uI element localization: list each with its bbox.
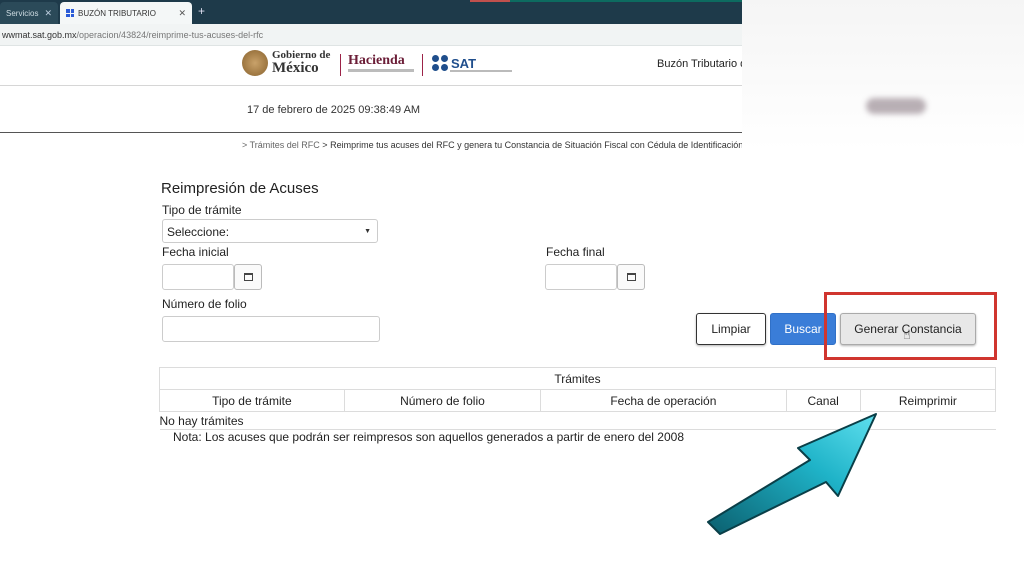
gobierno-logo[interactable]: Gobierno de México	[242, 50, 330, 76]
logo-divider	[422, 54, 423, 76]
numero-folio-label: Número de folio	[162, 297, 247, 311]
sat-text: SAT	[451, 55, 477, 71]
gob-big-text: México	[272, 60, 319, 76]
numero-folio-input[interactable]	[162, 316, 380, 342]
tab-buzon[interactable]: BUZÓN TRIBUTARIO ✕	[60, 2, 192, 24]
hand-cursor-icon: ☝	[903, 327, 911, 342]
new-tab-plus-icon[interactable]: +	[198, 4, 205, 18]
table-caption: Trámites	[159, 367, 996, 390]
sat-subtitle-bar	[450, 70, 512, 72]
url-path: /operacion/43824/reimprime-tus-acuses-de…	[76, 30, 264, 40]
eagle-seal-icon	[242, 50, 268, 76]
logo-divider	[340, 54, 341, 76]
select-value: Seleccione:	[167, 225, 230, 239]
sat-logo[interactable]: SAT	[432, 55, 476, 71]
tab-label: Servicios	[6, 8, 39, 18]
note-text: Nota: Los acuses que podrán ser reimpres…	[173, 430, 684, 444]
pointer-arrow-icon	[707, 413, 877, 535]
tab-accent-line-red	[470, 0, 510, 2]
column-header: Número de folio	[343, 389, 542, 412]
close-icon[interactable]: ✕	[178, 8, 186, 19]
browser-tab-bar: Servicios ✕ BUZÓN TRIBUTARIO ✕ +	[0, 0, 742, 24]
breadcrumb-current: Reimprime tus acuses del RFC y genera tu…	[330, 140, 742, 150]
fecha-final-calendar-button[interactable]	[617, 264, 645, 290]
blurred-panel	[742, 0, 1024, 150]
fecha-inicial-calendar-button[interactable]	[234, 264, 262, 290]
url-text: wwmat.sat.gob.mx/operacion/43824/reimpri…	[2, 30, 263, 40]
page-title: Reimpresión de Acuses	[161, 180, 319, 197]
fecha-final-label: Fecha final	[546, 245, 605, 259]
highlight-box	[824, 292, 997, 360]
tab-label: BUZÓN TRIBUTARIO	[78, 8, 156, 18]
tab-servicios[interactable]: Servicios ✕	[0, 2, 58, 24]
fecha-final-input[interactable]	[545, 264, 617, 290]
column-header: Tipo de trámite	[159, 389, 345, 412]
grid-icon	[66, 9, 74, 17]
calendar-icon	[243, 273, 253, 281]
fecha-inicial-label: Fecha inicial	[162, 245, 229, 259]
url-host: wwmat.sat.gob.mx	[2, 30, 77, 40]
limpiar-button[interactable]: Limpiar	[696, 313, 766, 345]
hacienda-subtitle-bar	[348, 69, 414, 72]
tab-accent-line	[470, 0, 742, 2]
calendar-icon	[626, 273, 636, 281]
close-icon[interactable]: ✕	[44, 8, 52, 19]
buzon-title: Buzón Tributario d	[657, 58, 742, 70]
tipo-tramite-label: Tipo de trámite	[162, 203, 242, 217]
breadcrumb: > Trámites del RFC > Reimprime tus acuse…	[242, 140, 742, 150]
address-bar[interactable]: wwmat.sat.gob.mx/operacion/43824/reimpri…	[0, 24, 742, 46]
tipo-tramite-select[interactable]: Seleccione: ▼	[162, 219, 378, 243]
fecha-inicial-input[interactable]	[162, 264, 234, 290]
current-datetime: 17 de febrero de 2025 09:38:49 AM	[247, 104, 421, 116]
sat-dots-icon	[432, 55, 448, 71]
hacienda-logo[interactable]: Hacienda	[348, 53, 405, 69]
blurred-element	[866, 98, 926, 114]
breadcrumb-link[interactable]: > Trámites del RFC	[242, 140, 320, 150]
caret-down-icon: ▼	[364, 228, 371, 235]
breadcrumb-separator: >	[322, 140, 328, 150]
